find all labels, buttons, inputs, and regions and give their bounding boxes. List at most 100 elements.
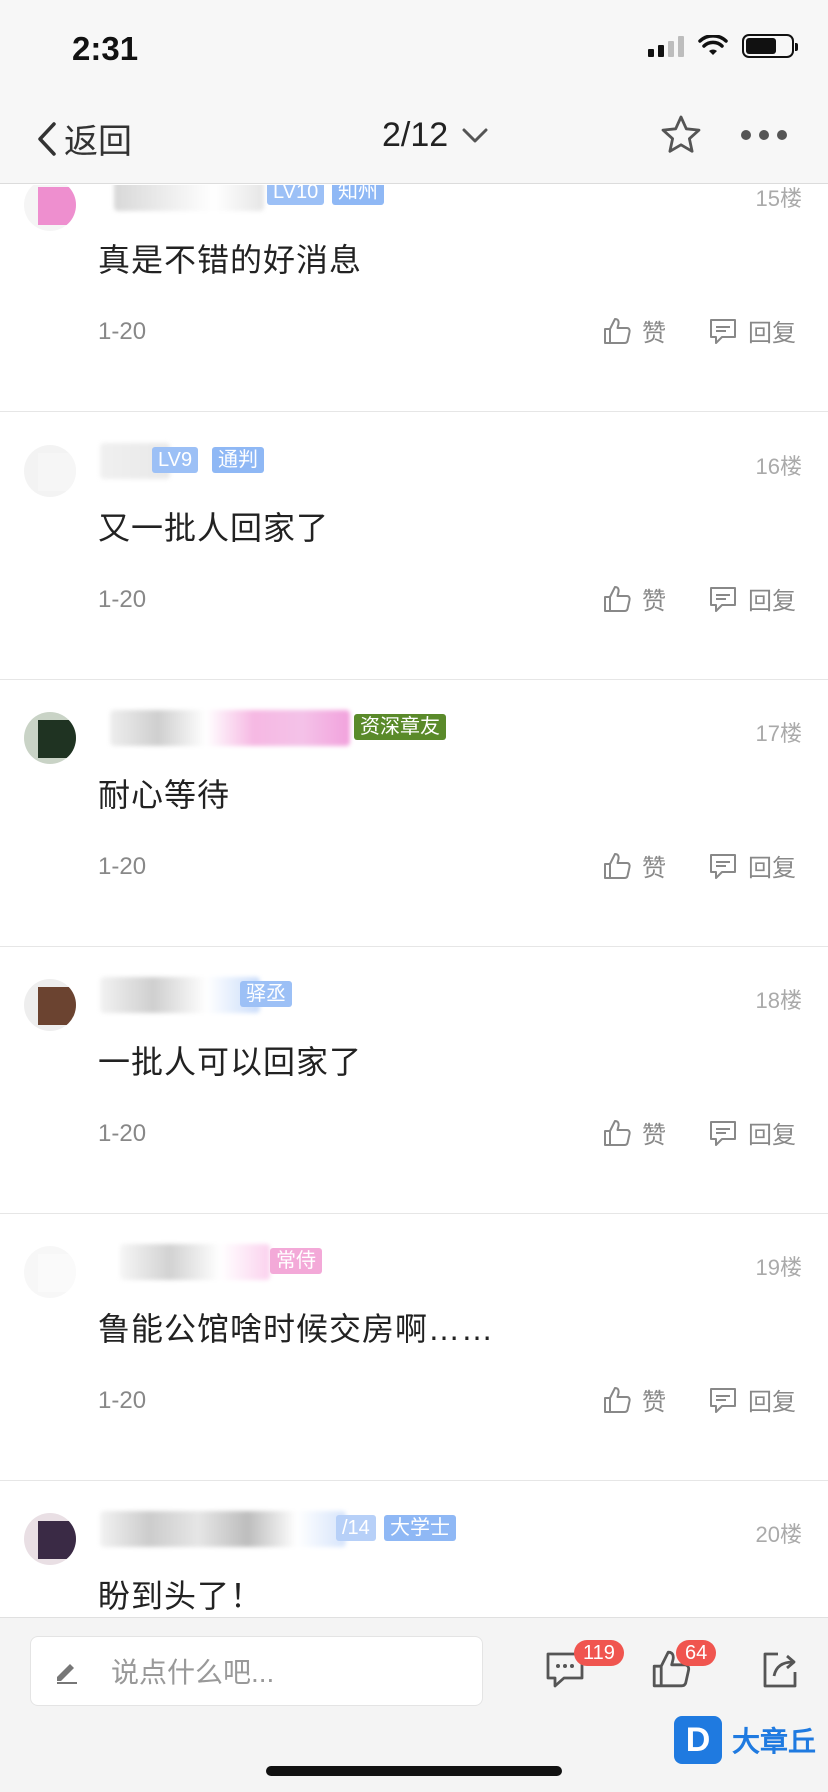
more-icon[interactable] [740,128,788,142]
wifi-icon [698,35,728,55]
watermark: D 大章丘 [673,1716,816,1764]
page-indicator-label: 2/12 [382,116,449,154]
comment-text: 耐心等待 [98,777,231,813]
comment-item: 常侍 19楼 鲁能公馆啥时候交房啊…… 1-20 赞 回复 [0,1214,828,1481]
comment-date: 1-20 [98,1120,147,1147]
status-icons [648,34,798,58]
floor-number: 20楼 [755,1522,802,1547]
title-badge: 驿丞 [240,981,292,1007]
cellular-signal-icon [648,35,684,57]
floor-number: 15楼 [755,186,802,211]
comment-placeholder: 说点什么吧... [111,1657,275,1688]
thumb-up-icon [604,852,631,879]
comment-item: 资深章友 17楼 耐心等待 1-20 赞 回复 [0,680,828,947]
username[interactable] [120,1244,270,1280]
avatar[interactable] [24,979,76,1031]
comment-item: LV10 知州 15楼 真是不错的好消息 1-20 赞 回复 [0,185,828,412]
reply-label: 回复 [748,588,796,615]
back-label: 返回 [64,123,132,161]
status-bar: 2:31 [0,0,828,92]
comment-item: LV9 通判 16楼 又一批人回家了 1-20 赞 回复 [0,413,828,680]
like-button[interactable]: 赞 [602,848,666,883]
comment-count-badge: 119 [574,1640,624,1666]
reply-icon [710,318,736,344]
comment-item: /14 大学士 20楼 盼到头了！ [0,1481,828,1617]
like-label: 赞 [642,855,666,882]
watermark-text: 大章丘 [731,1726,816,1757]
like-button[interactable]: 赞 [602,1115,666,1150]
like-count-badge: 64 [676,1640,717,1666]
comment-text: 盼到头了！ [98,1578,264,1614]
like-label: 赞 [642,588,666,615]
reply-button[interactable]: 回复 [708,313,796,348]
reply-button[interactable]: 回复 [708,1115,796,1150]
floor-number: 18楼 [755,988,802,1013]
share-button[interactable] [760,1648,800,1695]
reply-label: 回复 [748,855,796,882]
title-badge: 常侍 [270,1248,322,1274]
avatar[interactable] [24,1513,76,1565]
reply-icon [710,1120,736,1146]
comment-item: 驿丞 18楼 一批人可以回家了 1-20 赞 回复 [0,947,828,1214]
reply-label: 回复 [748,320,796,347]
username[interactable] [100,977,260,1013]
comment-text: 鲁能公馆啥时候交房啊…… [98,1311,495,1347]
title-badge: 大学士 [384,1515,456,1541]
like-label: 赞 [642,320,666,347]
comment-text: 真是不错的好消息 [98,242,363,278]
like-label: 赞 [642,1122,666,1149]
username[interactable] [100,1511,346,1547]
like-button[interactable]: 赞 [602,1382,666,1417]
reply-icon [710,586,736,612]
floor-number: 19楼 [755,1255,802,1280]
reply-label: 回复 [748,1122,796,1149]
battery-icon [742,34,798,58]
floor-number: 16楼 [755,454,802,479]
comment-feed[interactable]: LV10 知州 15楼 真是不错的好消息 1-20 赞 回复 LV9 通判 16… [0,185,828,1617]
comment-date: 1-20 [98,318,147,345]
comment-date: 1-20 [98,1387,147,1414]
comment-input[interactable]: 说点什么吧... [30,1636,483,1706]
level-badge: LV9 [152,447,199,473]
reply-button[interactable]: 回复 [708,1382,796,1417]
level-badge: LV10 [267,185,325,205]
bottom-bar: 说点什么吧... 119 64 D 大章丘 [0,1617,828,1792]
reply-button[interactable]: 回复 [708,581,796,616]
avatar[interactable] [24,1246,76,1298]
back-button[interactable]: 返回 [36,114,132,163]
thumb-up-icon [604,317,631,344]
title-badge: 通判 [212,447,264,473]
username[interactable] [110,710,350,746]
thumb-up-icon [604,1386,631,1413]
reply-icon [710,853,736,879]
like-button[interactable]: 赞 [602,581,666,616]
avatar[interactable] [24,445,76,497]
thumb-up-icon [604,1119,631,1146]
floor-number: 17楼 [755,721,802,746]
comment-text: 又一批人回家了 [98,510,330,546]
avatar[interactable] [24,185,76,231]
chevron-left-icon [38,121,56,156]
reply-label: 回复 [748,1389,796,1416]
title-badge: 资深章友 [354,714,446,740]
comment-text: 一批人可以回家了 [98,1044,363,1080]
like-label: 赞 [642,1389,666,1416]
pencil-icon [57,1664,77,1684]
reply-button[interactable]: 回复 [708,848,796,883]
star-icon[interactable] [660,114,702,156]
like-button[interactable]: 赞 [602,313,666,348]
nav-bar: 返回 2/12 [0,92,828,184]
comment-date: 1-20 [98,586,147,613]
username[interactable] [114,185,264,211]
reply-icon [710,1387,736,1413]
status-time: 2:31 [72,30,139,67]
watermark-logo: D [673,1716,722,1764]
page-selector[interactable]: 2/12 [382,116,488,155]
thumb-up-icon [604,585,631,612]
chevron-down-icon [462,128,488,142]
avatar[interactable] [24,712,76,764]
title-badge: 知州 [332,185,384,205]
home-indicator [266,1766,562,1776]
level-badge: /14 [336,1515,376,1541]
share-icon [763,1652,797,1688]
